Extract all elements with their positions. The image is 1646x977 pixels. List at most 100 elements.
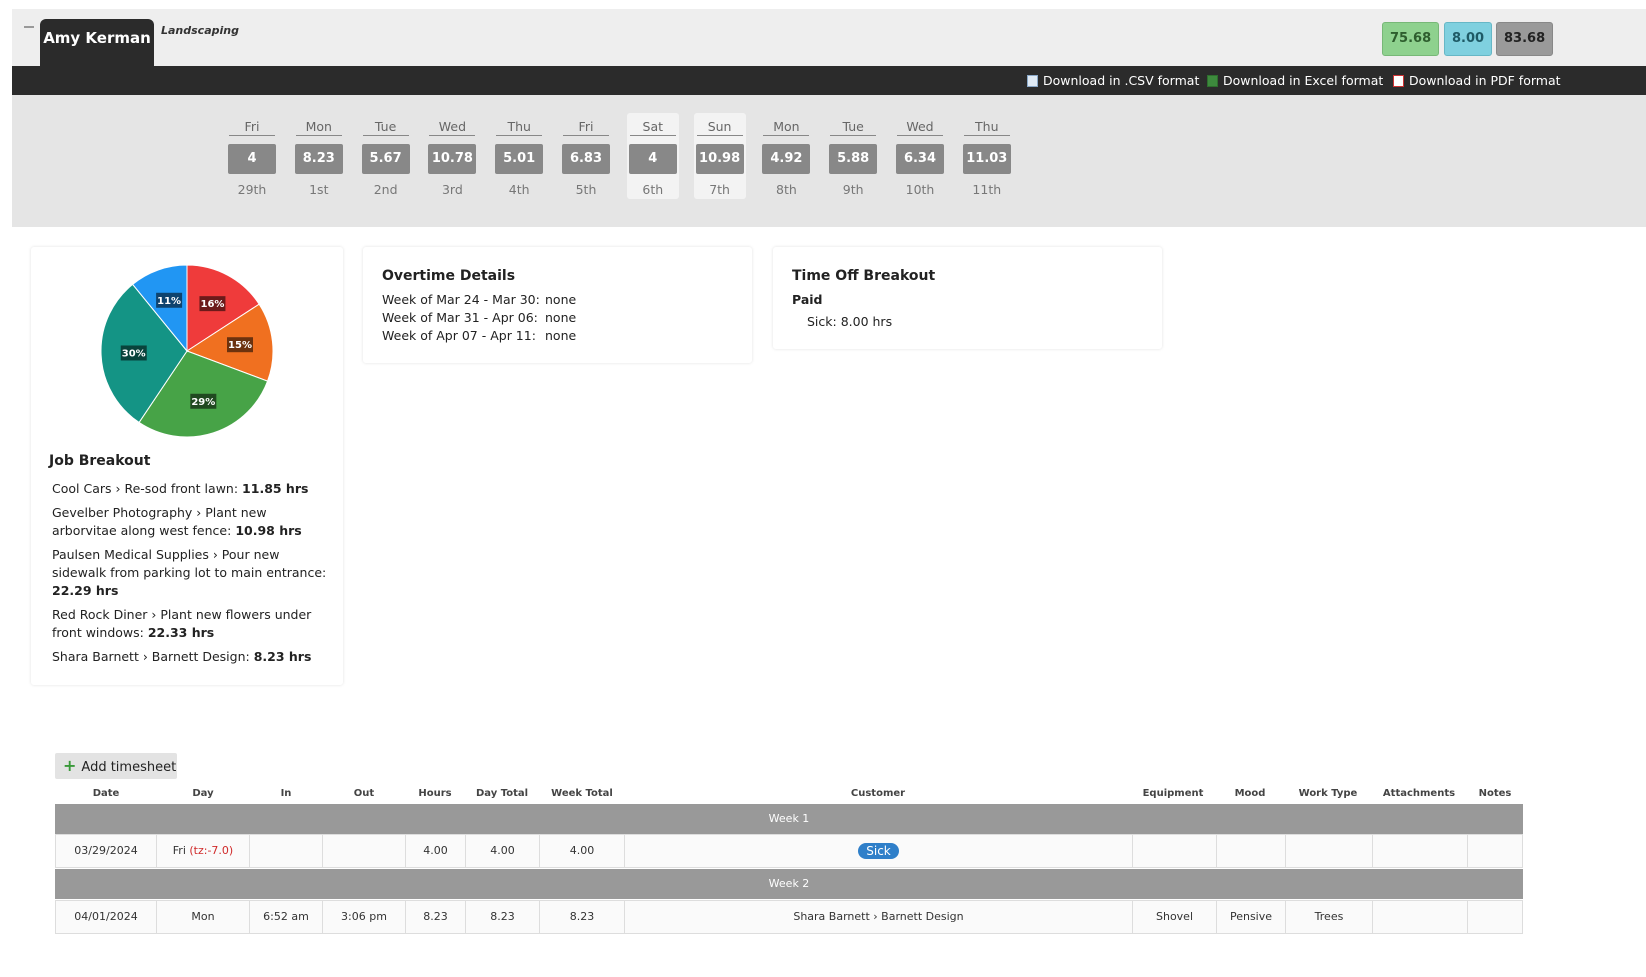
time-off-paid-label: Paid	[792, 292, 823, 307]
table-row[interactable]: 03/29/2024 Fri (tz:-7.0) 4.00 4.00 4.00 …	[55, 834, 1523, 868]
day-hours: 10.98	[695, 144, 744, 174]
day-hours: 11.03	[962, 144, 1011, 174]
overtime-rows: Week of Mar 24 - Mar 30: none Week of Mar …	[382, 291, 576, 345]
day-name: Mon	[763, 119, 810, 136]
job-breakout-title: Job Breakout	[49, 453, 151, 469]
regular-hours-total: 75.68	[1382, 22, 1440, 56]
day-date: 6th	[642, 182, 664, 197]
row-work-type: Trees	[1286, 901, 1373, 933]
job-hours: 8.23 hrs	[253, 649, 312, 664]
day-column[interactable]: Mon 4.92 8th	[760, 113, 812, 199]
job-hours: 11.85 hrs	[242, 481, 309, 496]
day-date: 2nd	[373, 182, 398, 197]
day-date: 7th	[709, 182, 730, 197]
job-breakout-item: Cool Cars › Re-sod front lawn: 11.85 hrs	[52, 480, 332, 498]
day-column[interactable]: Sat 4 6th	[626, 113, 679, 199]
overtime-details-card: Overtime Details Week of Mar 24 - Mar 30…	[363, 247, 752, 363]
overtime-row: Week of Mar 24 - Mar 30: none	[382, 291, 576, 309]
job-breakout-item: Red Rock Diner › Plant new flowers under…	[52, 606, 332, 642]
pie-slice-label: 15%	[228, 340, 252, 351]
day-date: 8th	[776, 182, 797, 197]
day-name: Wed	[897, 119, 943, 136]
row-equipment: Shovel	[1133, 901, 1217, 933]
row-date: 04/01/2024	[56, 901, 157, 933]
day-name: Thu	[963, 119, 1010, 136]
row-mood: Pensive	[1217, 901, 1286, 933]
row-timezone: (tz:-7.0)	[189, 844, 234, 857]
job-hours: 22.33 hrs	[147, 625, 215, 640]
row-customer: Sick	[625, 835, 1133, 867]
pie-slice-label: 11%	[157, 296, 181, 307]
row-notes	[1468, 901, 1522, 933]
day-name: Mon	[295, 119, 342, 136]
time-off-title: Time Off Breakout	[792, 268, 936, 284]
day-hours: 5.67	[361, 144, 410, 174]
collapse-icon[interactable]	[24, 26, 34, 28]
day-hours: 10.78	[428, 144, 477, 174]
day-hours: 4	[228, 144, 276, 174]
job-breakout-list: Cool Cars › Re-sod front lawn: 11.85 hrs…	[52, 480, 332, 672]
day-column[interactable]: Tue 5.67 2nd	[360, 113, 412, 199]
job-breakout-item: Shara Barnett › Barnett Design: 8.23 hrs	[52, 648, 332, 666]
row-day: Fri (tz:-7.0)	[157, 835, 250, 867]
row-day-total: 8.23	[466, 901, 540, 933]
day-column[interactable]: Fri 4 29th	[226, 113, 278, 199]
day-name: Sat	[629, 119, 676, 136]
day-name: Tue	[362, 119, 409, 136]
column-header[interactable]: Customer	[828, 788, 928, 799]
pie-slice-label: 29%	[191, 397, 215, 408]
csv-file-icon	[1027, 74, 1038, 87]
row-attachments	[1373, 835, 1468, 867]
overtime-title: Overtime Details	[382, 268, 516, 284]
table-row[interactable]: 04/01/2024 Mon 6:52 am 3:06 pm 8.23 8.23…	[55, 900, 1523, 934]
day-column[interactable]: Mon 8.23 1st	[293, 113, 345, 199]
add-timesheet-label: Add timesheet	[81, 760, 177, 775]
row-hours: 4.00	[406, 835, 466, 867]
download-excel-link[interactable]: Download in Excel format	[1207, 73, 1383, 88]
day-date: 11th	[972, 182, 1002, 197]
day-name: Thu	[496, 119, 543, 136]
download-csv-label: Download in .CSV format	[1043, 73, 1200, 88]
overtime-row: Week of Mar 31 - Apr 06: none	[382, 309, 576, 327]
day-column[interactable]: Thu 5.01 4th	[493, 113, 545, 199]
column-header[interactable]: Week Total	[532, 788, 632, 799]
day-date: 29th	[237, 182, 267, 197]
day-hours: 5.88	[829, 144, 878, 174]
row-mood	[1217, 835, 1286, 867]
column-header[interactable]: Work Type	[1278, 788, 1378, 799]
column-header[interactable]: Date	[56, 788, 156, 799]
row-day-name: Fri	[172, 844, 186, 857]
column-header[interactable]: Notes	[1445, 788, 1545, 799]
download-csv-link[interactable]: Download in .CSV format	[1027, 73, 1199, 88]
time-off-hours-total: 8.00	[1444, 22, 1493, 56]
day-date: 10th	[905, 182, 935, 197]
week-1-header: Week 1	[55, 804, 1523, 834]
department-label: Landscaping	[161, 24, 239, 37]
pie-slice-label: 16%	[200, 299, 224, 310]
row-hours: 8.23	[406, 901, 466, 933]
excel-file-icon	[1207, 74, 1218, 87]
download-pdf-link[interactable]: Download in PDF format	[1393, 73, 1561, 88]
day-column[interactable]: Wed 6.34 10th	[894, 113, 946, 199]
row-in: 6:52 am	[250, 901, 323, 933]
day-column[interactable]: Wed 10.78 3rd	[426, 113, 478, 199]
day-date: 5th	[575, 182, 597, 197]
download-excel-label: Download in Excel format	[1223, 73, 1384, 88]
day-column[interactable]: Thu 11.03 11th	[961, 113, 1013, 199]
row-out: 3:06 pm	[323, 901, 406, 933]
row-customer: Shara Barnett › Barnett Design	[625, 901, 1133, 933]
row-week-total: 4.00	[540, 835, 625, 867]
day-column[interactable]: Sun 10.98 7th	[693, 113, 746, 199]
time-off-card: Time Off Breakout Paid Sick: 8.00 hrs	[773, 247, 1162, 349]
day-column[interactable]: Tue 5.88 9th	[827, 113, 879, 199]
sick-badge: Sick	[858, 843, 899, 859]
day-name: Wed	[429, 119, 476, 136]
employee-name-tab[interactable]: Amy Kerman	[40, 19, 154, 67]
day-hours: 5.01	[495, 144, 544, 174]
download-pdf-label: Download in PDF format	[1409, 73, 1561, 88]
day-date: 3rd	[441, 182, 463, 197]
job-name: Paulsen Medical Supplies › Pour new side…	[52, 547, 327, 580]
time-off-sick-line: Sick: 8.00 hrs	[807, 314, 893, 329]
day-column[interactable]: Fri 6.83 5th	[560, 113, 612, 199]
add-timesheet-button[interactable]: + Add timesheet	[55, 753, 177, 779]
